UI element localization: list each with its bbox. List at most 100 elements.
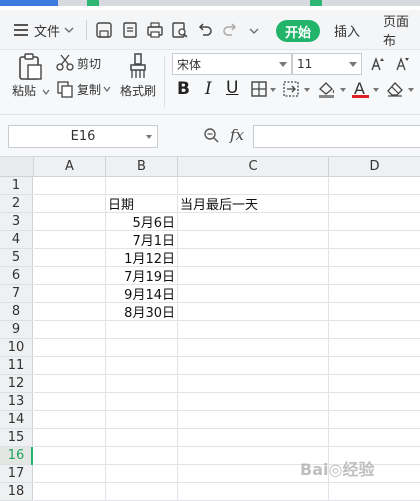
formula-input[interactable] (253, 125, 420, 148)
row-header-15[interactable]: 15 (0, 429, 33, 447)
paste-button[interactable]: 粘贴 (12, 82, 50, 99)
row-header-13[interactable]: 13 (0, 393, 33, 411)
column-header-c[interactable]: C (178, 157, 329, 177)
select-all-corner[interactable] (0, 157, 34, 177)
increase-font-icon[interactable] (370, 56, 386, 72)
cell-b9[interactable] (106, 321, 178, 339)
cell-a16[interactable] (34, 447, 106, 465)
print-icon[interactable] (146, 21, 164, 39)
fill-color-icon[interactable] (317, 81, 337, 98)
cell-d7[interactable] (329, 285, 420, 303)
cell-d4[interactable] (329, 231, 420, 249)
cell-c3[interactable] (178, 213, 329, 231)
active-document-tab[interactable] (0, 0, 58, 6)
row-header-17[interactable]: 17 (0, 465, 33, 483)
cell-c13[interactable] (178, 393, 329, 411)
cell-b12[interactable] (106, 375, 178, 393)
chevron-down-icon[interactable] (304, 88, 310, 92)
cell-c18[interactable] (178, 483, 329, 501)
decrease-font-icon[interactable] (395, 56, 411, 72)
row-header-16[interactable]: 16 (0, 447, 33, 465)
cell-d6[interactable] (329, 267, 420, 285)
cell-a10[interactable] (34, 339, 106, 357)
font-color-button[interactable]: A (352, 79, 370, 99)
quick-access-dropdown-icon[interactable] (249, 27, 259, 35)
row-header-3[interactable]: 3 (0, 213, 33, 231)
row-header-8[interactable]: 8 (0, 303, 33, 321)
tab-page-layout[interactable]: 页面布 (383, 15, 420, 49)
cell-b8[interactable]: 8月30日 (106, 303, 178, 321)
tab-home[interactable]: 开始 (276, 20, 320, 42)
cell-a7[interactable] (34, 285, 106, 303)
cell-a3[interactable] (34, 213, 106, 231)
name-box[interactable]: E16 (8, 125, 158, 148)
tab-insert[interactable]: 插入 (334, 19, 360, 41)
export-pdf-icon[interactable] (121, 21, 139, 39)
borders-icon[interactable] (251, 81, 267, 97)
font-size-select[interactable]: 11 (292, 53, 362, 75)
cell-a14[interactable] (34, 411, 106, 429)
underline-button[interactable]: U (226, 78, 238, 98)
save-icon[interactable] (95, 21, 113, 39)
row-header-4[interactable]: 4 (0, 231, 33, 249)
cell-b4[interactable]: 7月1日 (106, 231, 178, 249)
cell-a13[interactable] (34, 393, 106, 411)
cell-a1[interactable] (34, 177, 106, 195)
row-header-2[interactable]: 2 (0, 195, 33, 213)
cell-c7[interactable] (178, 285, 329, 303)
column-header-d[interactable]: D (329, 157, 420, 177)
cell-a17[interactable] (34, 465, 106, 483)
cell-a6[interactable] (34, 267, 106, 285)
row-header-14[interactable]: 14 (0, 411, 33, 429)
print-preview-icon[interactable] (171, 21, 189, 39)
chevron-down-icon[interactable] (340, 88, 346, 92)
cell-c4[interactable] (178, 231, 329, 249)
row-header-7[interactable]: 7 (0, 285, 33, 303)
cell-a15[interactable] (34, 429, 106, 447)
cell-b18[interactable] (106, 483, 178, 501)
cell-d5[interactable] (329, 249, 420, 267)
row-header-10[interactable]: 10 (0, 339, 33, 357)
cell-d15[interactable] (329, 429, 420, 447)
cell-c10[interactable] (178, 339, 329, 357)
cell-a5[interactable] (34, 249, 106, 267)
cell-c15[interactable] (178, 429, 329, 447)
cell-a4[interactable] (34, 231, 106, 249)
menu-icon[interactable] (14, 24, 28, 36)
cell-b13[interactable] (106, 393, 178, 411)
paste-icon[interactable] (17, 53, 43, 81)
cell-b15[interactable] (106, 429, 178, 447)
cell-d13[interactable] (329, 393, 420, 411)
cell-c2[interactable]: 当月最后一天 (178, 195, 329, 213)
chevron-down-icon[interactable] (408, 88, 414, 92)
row-header-6[interactable]: 6 (0, 267, 33, 285)
cell-a18[interactable] (34, 483, 106, 501)
format-painter-button[interactable]: 格式刷 (120, 82, 156, 99)
cell-b1[interactable] (106, 177, 178, 195)
row-header-1[interactable]: 1 (0, 177, 33, 195)
row-header-18[interactable]: 18 (0, 483, 33, 501)
cell-d11[interactable] (329, 357, 420, 375)
undo-icon[interactable] (196, 21, 214, 39)
cell-c5[interactable] (178, 249, 329, 267)
cell-b7[interactable]: 9月14日 (106, 285, 178, 303)
cell-b17[interactable] (106, 465, 178, 483)
cell-b2[interactable]: 日期 (106, 195, 178, 213)
cell-b5[interactable]: 1月12日 (106, 249, 178, 267)
cell-d14[interactable] (329, 411, 420, 429)
redo-icon[interactable] (221, 21, 239, 39)
cell-a9[interactable] (34, 321, 106, 339)
cell-c6[interactable] (178, 267, 329, 285)
cell-c1[interactable] (178, 177, 329, 195)
cell-b6[interactable]: 7月19日 (106, 267, 178, 285)
cell-d1[interactable] (329, 177, 420, 195)
cut-button[interactable]: 剪切 (56, 54, 101, 72)
column-header-b[interactable]: B (106, 157, 178, 177)
row-header-12[interactable]: 12 (0, 375, 33, 393)
cell-d2[interactable] (329, 195, 420, 213)
cell-d3[interactable] (329, 213, 420, 231)
cell-d10[interactable] (329, 339, 420, 357)
cell-c8[interactable] (178, 303, 329, 321)
document-tab-icon[interactable] (87, 0, 99, 6)
format-painter-icon[interactable] (128, 53, 148, 79)
